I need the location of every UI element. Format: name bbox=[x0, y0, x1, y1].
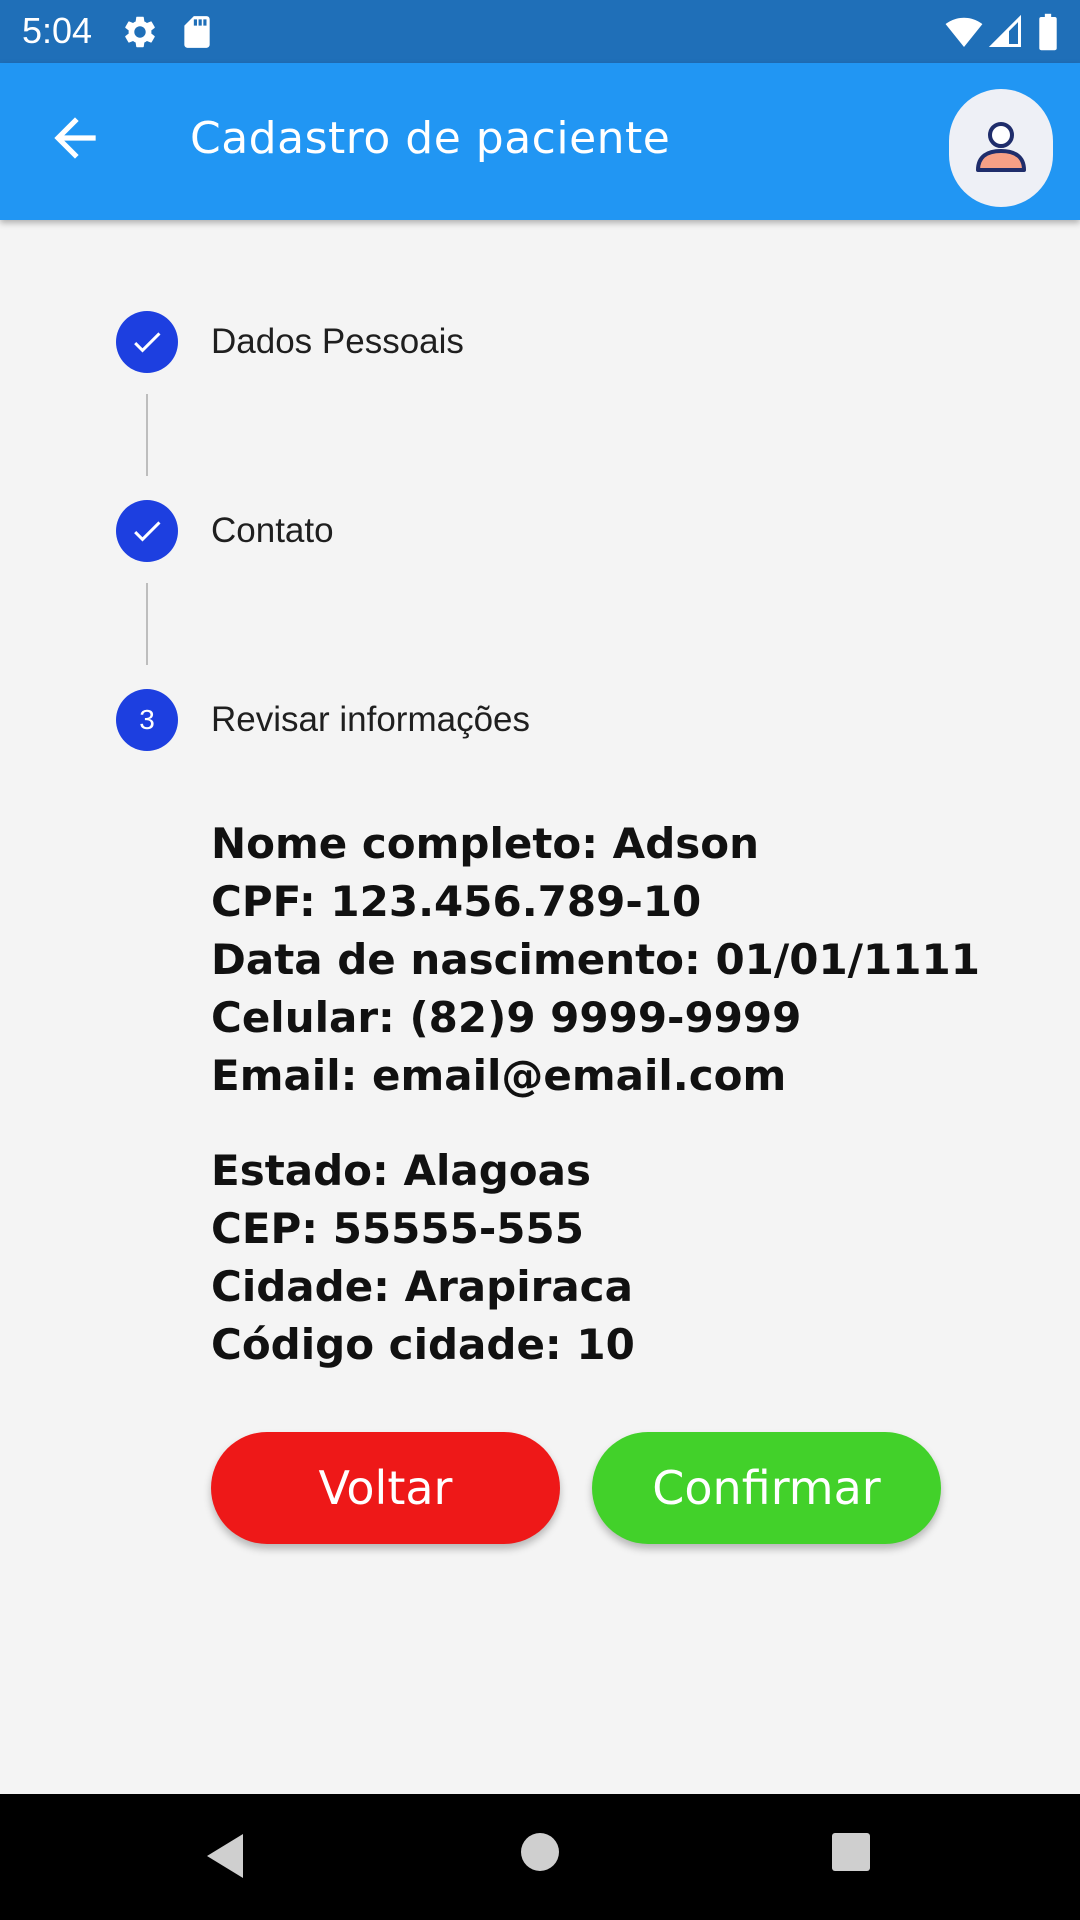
step-number: 3 bbox=[139, 704, 155, 735]
review-personal-info: Nome completo: Adson CPF: 123.456.789-10… bbox=[211, 815, 980, 1105]
step-3-label[interactable]: Revisar informações bbox=[211, 698, 530, 742]
app-bar: Cadastro de paciente bbox=[0, 63, 1080, 220]
review-line: Nome completo: Adson bbox=[211, 819, 760, 868]
home-circle-icon[interactable] bbox=[520, 1832, 560, 1876]
review-line: Estado: Alagoas bbox=[211, 1146, 591, 1195]
step-2-indicator[interactable] bbox=[116, 500, 178, 562]
review-line: CEP: 55555-555 bbox=[211, 1204, 584, 1253]
sd-card-icon bbox=[178, 13, 216, 51]
navigation-bar bbox=[0, 1794, 1080, 1920]
review-address-info: Estado: Alagoas CEP: 55555-555 Cidade: A… bbox=[211, 1142, 635, 1374]
arrow-back-icon bbox=[44, 117, 106, 173]
step-connector bbox=[146, 394, 148, 476]
review-line: Email: email@email.com bbox=[211, 1051, 787, 1100]
recents-square-icon[interactable] bbox=[831, 1832, 871, 1876]
step-3-indicator[interactable]: 3 bbox=[116, 689, 178, 751]
confirm-button[interactable]: Confirmar bbox=[592, 1432, 941, 1544]
back-button[interactable] bbox=[44, 107, 106, 169]
step-2-label[interactable]: Contato bbox=[211, 509, 334, 553]
signal-icon bbox=[988, 13, 1026, 51]
wifi-icon bbox=[944, 13, 983, 51]
review-line: Cidade: Arapiraca bbox=[211, 1262, 633, 1311]
gear-icon bbox=[121, 13, 159, 51]
review-line: Código cidade: 10 bbox=[211, 1320, 635, 1369]
step-connector bbox=[146, 583, 148, 665]
battery-icon bbox=[1036, 13, 1074, 51]
review-line: Data de nascimento: 01/01/1111 bbox=[211, 935, 980, 984]
review-line: CPF: 123.456.789-10 bbox=[211, 877, 702, 926]
avatar[interactable] bbox=[949, 89, 1053, 207]
status-time: 5:04 bbox=[22, 10, 93, 51]
review-line: Celular: (82)9 9999-9999 bbox=[211, 993, 802, 1042]
step-1-label[interactable]: Dados Pessoais bbox=[211, 320, 464, 364]
page-title: Cadastro de paciente bbox=[190, 113, 671, 164]
status-bar: 5:04 bbox=[0, 0, 1080, 63]
back-step-button[interactable]: Voltar bbox=[211, 1432, 560, 1544]
step-1-indicator[interactable] bbox=[116, 311, 178, 373]
back-triangle-icon[interactable] bbox=[205, 1832, 245, 1884]
